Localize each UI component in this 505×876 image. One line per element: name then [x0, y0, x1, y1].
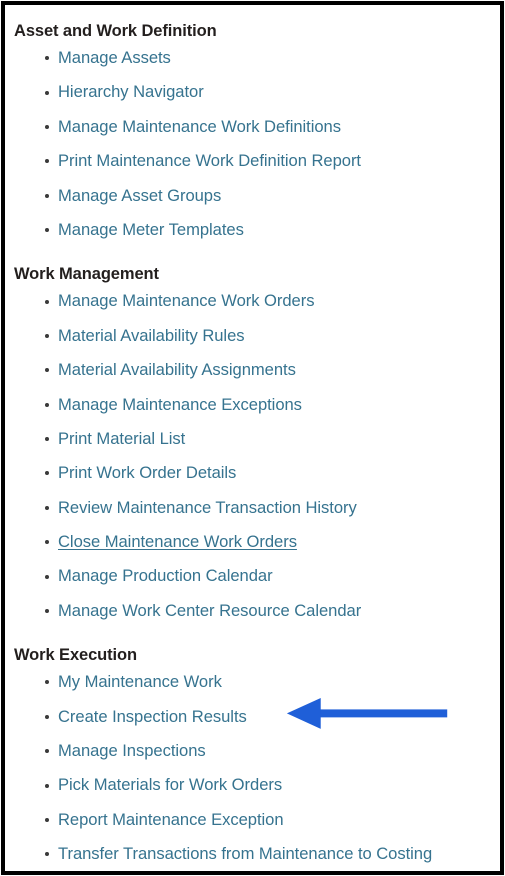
list-item[interactable]: Manage Inspections [14, 734, 500, 768]
section-asset-and-work-definition: Asset and Work Definition Manage Assets … [14, 5, 500, 247]
list-item[interactable]: Material Availability Assignments [14, 353, 500, 387]
link-close-maintenance-work-orders[interactable]: Close Maintenance Work Orders [58, 532, 297, 551]
link-transfer-transactions-from-maintenance-to-costing[interactable]: Transfer Transactions from Maintenance t… [58, 844, 432, 863]
list-item[interactable]: Close Maintenance Work Orders [14, 525, 500, 559]
link-hierarchy-navigator[interactable]: Hierarchy Navigator [58, 82, 204, 101]
list-item[interactable]: Manage Assets [14, 41, 500, 75]
bullet-icon [45, 505, 49, 510]
link-material-availability-rules[interactable]: Material Availability Rules [58, 326, 245, 345]
bullet-icon [45, 437, 49, 442]
bullet-icon [45, 852, 49, 857]
bullet-icon [45, 783, 49, 788]
bullet-icon [45, 574, 49, 579]
list-item[interactable]: Create Inspection Results [14, 700, 500, 734]
link-manage-maintenance-work-orders[interactable]: Manage Maintenance Work Orders [58, 291, 315, 310]
link-print-material-list[interactable]: Print Material List [58, 429, 185, 448]
link-manage-inspections[interactable]: Manage Inspections [58, 741, 206, 760]
bullet-icon [45, 749, 49, 754]
list-item[interactable]: Print Maintenance Work Definition Report [14, 144, 500, 178]
list-item[interactable]: Hierarchy Navigator [14, 75, 500, 109]
list-item[interactable]: Report Maintenance Exception [14, 803, 500, 837]
link-material-availability-assignments[interactable]: Material Availability Assignments [58, 360, 296, 379]
bullet-icon [45, 368, 49, 373]
bullet-icon [45, 333, 49, 338]
list-item[interactable]: Print Work Order Details [14, 456, 500, 490]
list-item[interactable]: Manage Asset Groups [14, 179, 500, 213]
link-list-work-execution: My Maintenance Work Create Inspection Re… [14, 665, 500, 871]
bullet-icon [45, 609, 49, 614]
link-manage-asset-groups[interactable]: Manage Asset Groups [58, 186, 221, 205]
bullet-icon [45, 299, 49, 304]
list-item[interactable]: Manage Production Calendar [14, 559, 500, 593]
bullet-icon [45, 680, 49, 685]
link-manage-maintenance-work-definitions[interactable]: Manage Maintenance Work Definitions [58, 117, 341, 136]
link-manage-meter-templates[interactable]: Manage Meter Templates [58, 220, 244, 239]
bullet-icon [45, 818, 49, 822]
section-heading: Asset and Work Definition [14, 22, 217, 40]
bullet-icon [45, 56, 49, 61]
bullet-icon [45, 193, 49, 198]
section-work-management: Work Management Manage Maintenance Work … [14, 247, 500, 628]
bullet-icon [45, 90, 49, 95]
link-manage-work-center-resource-calendar[interactable]: Manage Work Center Resource Calendar [58, 601, 361, 620]
bullet-icon [45, 124, 49, 129]
list-item[interactable]: Manage Maintenance Work Definitions [14, 110, 500, 144]
bullet-icon [45, 540, 49, 545]
task-list-content: Asset and Work Definition Manage Assets … [5, 5, 500, 871]
bullet-icon [45, 714, 49, 719]
list-item[interactable]: Pick Materials for Work Orders [14, 768, 500, 802]
link-create-inspection-results[interactable]: Create Inspection Results [58, 707, 247, 726]
screenshot-border: Asset and Work Definition Manage Assets … [1, 1, 504, 875]
list-item[interactable]: Manage Maintenance Exceptions [14, 388, 500, 422]
link-manage-assets[interactable]: Manage Assets [58, 48, 171, 67]
list-item[interactable]: Manage Work Center Resource Calendar [14, 594, 500, 628]
link-manage-production-calendar[interactable]: Manage Production Calendar [58, 566, 273, 585]
link-print-work-order-details[interactable]: Print Work Order Details [58, 463, 236, 482]
bullet-icon [45, 159, 49, 164]
bullet-icon [45, 402, 49, 407]
bullet-icon [45, 471, 49, 476]
link-pick-materials-for-work-orders[interactable]: Pick Materials for Work Orders [58, 775, 282, 794]
link-my-maintenance-work[interactable]: My Maintenance Work [58, 672, 222, 691]
link-report-maintenance-exception[interactable]: Report Maintenance Exception [58, 810, 284, 829]
bullet-icon [45, 228, 49, 233]
screenshot-frame: Asset and Work Definition Manage Assets … [0, 0, 505, 876]
section-work-execution: Work Execution My Maintenance Work Creat… [14, 628, 500, 871]
list-item[interactable]: Print Material List [14, 422, 500, 456]
link-list-asset-and-work-definition: Manage Assets Hierarchy Navigator Manage… [14, 41, 500, 247]
list-item[interactable]: Manage Meter Templates [14, 213, 500, 247]
list-item[interactable]: Manage Maintenance Work Orders [14, 284, 500, 318]
list-item[interactable]: Material Availability Rules [14, 319, 500, 353]
list-item[interactable]: Review Maintenance Transaction History [14, 491, 500, 525]
link-manage-maintenance-exceptions[interactable]: Manage Maintenance Exceptions [58, 395, 302, 414]
section-heading: Work Execution [14, 646, 137, 665]
link-list-work-management: Manage Maintenance Work Orders Material … [14, 284, 500, 628]
link-print-maintenance-work-definition-report[interactable]: Print Maintenance Work Definition Report [58, 151, 361, 170]
link-review-maintenance-transaction-history[interactable]: Review Maintenance Transaction History [58, 498, 357, 517]
section-heading: Work Management [14, 265, 159, 284]
list-item[interactable]: My Maintenance Work [14, 665, 500, 699]
list-item[interactable]: Transfer Transactions from Maintenance t… [14, 837, 500, 871]
